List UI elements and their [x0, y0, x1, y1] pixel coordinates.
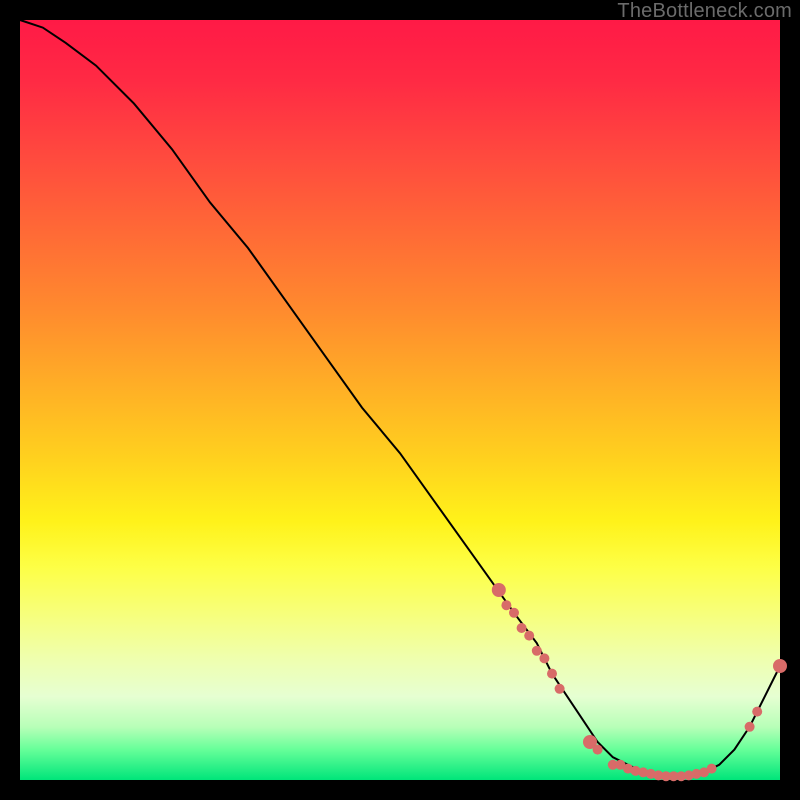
bottleneck-curve	[20, 20, 780, 776]
data-point	[524, 631, 534, 641]
curve-svg	[20, 20, 780, 780]
data-point	[593, 745, 603, 755]
data-point	[532, 646, 542, 656]
data-point	[752, 707, 762, 717]
data-point	[539, 653, 549, 663]
data-point	[509, 608, 519, 618]
highlight-points	[492, 583, 787, 781]
data-point	[555, 684, 565, 694]
data-point	[773, 659, 787, 673]
chart-stage: TheBottleneck.com	[0, 0, 800, 800]
data-point	[707, 764, 717, 774]
data-point	[745, 722, 755, 732]
data-point	[517, 623, 527, 633]
data-point	[492, 583, 506, 597]
data-point	[547, 669, 557, 679]
data-point	[501, 600, 511, 610]
plot-area	[20, 20, 780, 780]
